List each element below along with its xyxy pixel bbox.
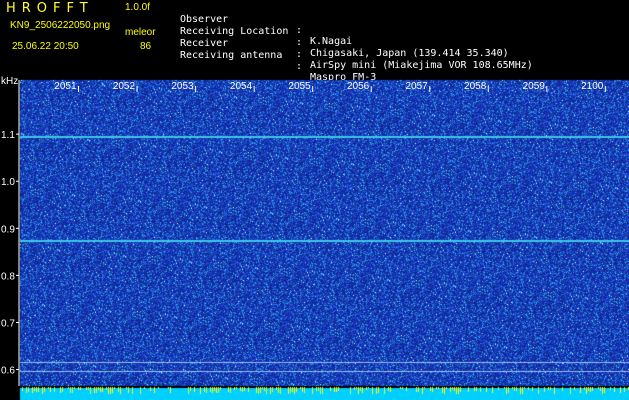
x-tick-label: 2051 — [54, 81, 77, 92]
x-tick-label: 2055 — [288, 81, 311, 92]
spectrogram-panel: kHz 1.1 1.0 0.9 0.8 0.7 0.6 2051 2052 2053 2054 205… — [0, 76, 629, 400]
meta-colon: : — [296, 49, 303, 60]
x-tick-label: 2053 — [171, 81, 194, 92]
spectrogram-axes: kHz 1.1 1.0 0.9 0.8 0.7 0.6 2051 2052 2053 2054 205… — [1, 76, 606, 386]
x-tick-label: 2054 — [230, 81, 253, 92]
meta-value: AirSpy mini (Miakejima VOR 108.65MHz) — [310, 60, 533, 71]
y-axis-unit: kHz — [1, 76, 18, 87]
y-tick-label: 0.7 — [1, 318, 15, 329]
meta-colon: : — [296, 61, 303, 72]
app-version: 1.0.0f — [125, 2, 151, 13]
y-tick-label: 0.8 — [1, 271, 15, 282]
x-tick-label: 2056 — [347, 81, 370, 92]
hrofft-window: HROFFT 1.0.0f KN9_2506222050.png meleor … — [0, 0, 629, 400]
y-tick-label: 1.0 — [1, 177, 15, 188]
y-tick-label: 1.1 — [1, 130, 15, 141]
y-tick-label: 0.9 — [1, 224, 15, 235]
meta-value: Chigasaki, Japan (139.414 35.340) — [310, 48, 509, 59]
x-tick-label: 2052 — [113, 81, 136, 92]
x-tick-label: 2100 — [581, 81, 604, 92]
mode-label: meleor — [125, 27, 156, 38]
capture-datetime: 25.06.22 20:50 — [12, 41, 79, 52]
echo-count: 86 — [140, 41, 152, 52]
file-name: KN9_2506222050.png — [10, 20, 111, 31]
meta-colon: : — [296, 25, 303, 36]
x-tick-label: 2058 — [464, 81, 487, 92]
meta-label: Receiving antenna — [180, 50, 283, 61]
x-tick-label: 2057 — [406, 81, 429, 92]
meta-colon: : — [296, 37, 303, 48]
app-title: HROFFT — [6, 1, 94, 16]
meta-value: K.Nagai — [310, 36, 353, 47]
y-tick-label: 0.6 — [1, 366, 15, 377]
x-tick-label: 2059 — [523, 81, 546, 92]
